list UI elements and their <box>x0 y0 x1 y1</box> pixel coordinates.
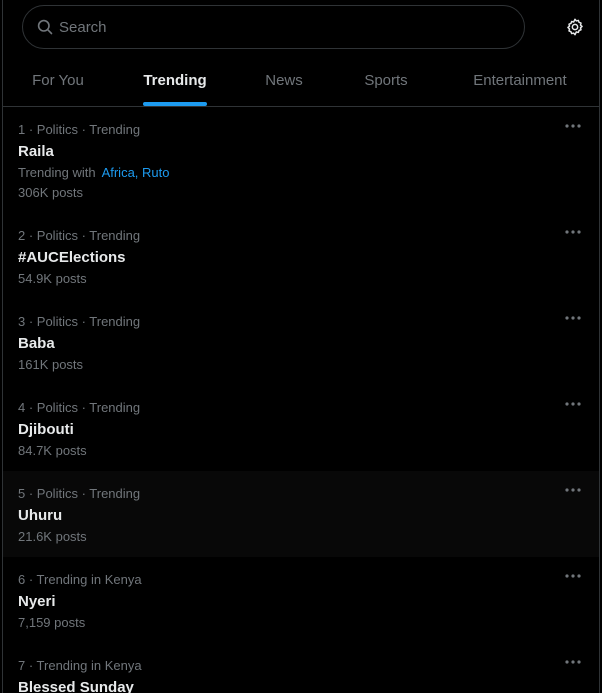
trend-meta: 6 · Trending in Kenya <box>18 572 142 587</box>
tab-label: Sports <box>364 72 408 89</box>
gear-icon[interactable] <box>564 16 586 38</box>
trend-item[interactable]: 5 · Politics · Trending Uhuru 21.6K post… <box>3 471 599 557</box>
more-icon[interactable] <box>563 225 583 239</box>
active-tab-indicator <box>143 102 207 106</box>
trend-name: Raila <box>18 143 54 160</box>
search-input[interactable] <box>57 11 501 43</box>
trend-name: Nyeri <box>18 593 56 610</box>
trend-meta: 7 · Trending in Kenya <box>18 658 142 673</box>
tab-label: News <box>265 72 303 89</box>
explore-panel: For You Trending News Sports Entertainme… <box>2 0 600 693</box>
tab-for-you[interactable]: For You <box>3 55 113 106</box>
trend-meta: 4 · Politics · Trending <box>18 400 141 415</box>
search-box[interactable] <box>22 5 525 49</box>
trend-post-count: 84.7K posts <box>18 443 87 458</box>
trend-name: Djibouti <box>18 421 74 438</box>
trend-meta: 2 · Politics · Trending <box>18 228 141 243</box>
trend-item[interactable]: 1 · Politics · Trending Raila Trending w… <box>3 107 599 213</box>
search-icon <box>37 19 53 35</box>
trend-item[interactable]: 4 · Politics · Trending Djibouti 84.7K p… <box>3 385 599 471</box>
explore-header: For You Trending News Sports Entertainme… <box>3 0 599 107</box>
more-icon[interactable] <box>563 483 583 497</box>
trend-name: #AUCElections <box>18 249 126 266</box>
more-icon[interactable] <box>563 119 583 133</box>
tab-trending[interactable]: Trending <box>113 55 237 106</box>
trend-name: Uhuru <box>18 507 63 524</box>
tab-label: Trending <box>143 72 207 89</box>
trending-with-line: Trending with Africa, Ruto <box>18 165 169 180</box>
trending-with-links[interactable]: Africa, Ruto <box>102 165 170 180</box>
more-icon[interactable] <box>563 655 583 669</box>
trend-post-count: 306K posts <box>18 185 84 200</box>
trend-name: Blessed Sunday <box>18 679 134 693</box>
trend-post-count: 7,159 posts <box>18 615 86 630</box>
more-icon[interactable] <box>563 397 583 411</box>
tab-entertainment[interactable]: Entertainment <box>441 55 599 106</box>
trend-item[interactable]: 6 · Trending in Kenya Nyeri 7,159 posts <box>3 557 599 643</box>
trend-meta: 5 · Politics · Trending <box>18 486 141 501</box>
tab-news[interactable]: News <box>237 55 331 106</box>
trend-post-count: 54.9K posts <box>18 271 87 286</box>
trend-item[interactable]: 7 · Trending in Kenya Blessed Sunday <box>3 643 599 693</box>
trend-meta: 1 · Politics · Trending <box>18 122 141 137</box>
trend-post-count: 21.6K posts <box>18 529 87 544</box>
trend-item[interactable]: 2 · Politics · Trending #AUCElections 54… <box>3 213 599 299</box>
trending-with-label: Trending with <box>18 165 96 180</box>
more-icon[interactable] <box>563 311 583 325</box>
tab-sports[interactable]: Sports <box>331 55 441 106</box>
tab-label: For You <box>32 72 84 89</box>
more-icon[interactable] <box>563 569 583 583</box>
trend-post-count: 161K posts <box>18 357 84 372</box>
trend-name: Baba <box>18 335 55 352</box>
trend-item[interactable]: 3 · Politics · Trending Baba 161K posts <box>3 299 599 385</box>
tab-label: Entertainment <box>473 72 567 89</box>
explore-tabs: For You Trending News Sports Entertainme… <box>3 55 599 106</box>
trend-meta: 3 · Politics · Trending <box>18 314 141 329</box>
